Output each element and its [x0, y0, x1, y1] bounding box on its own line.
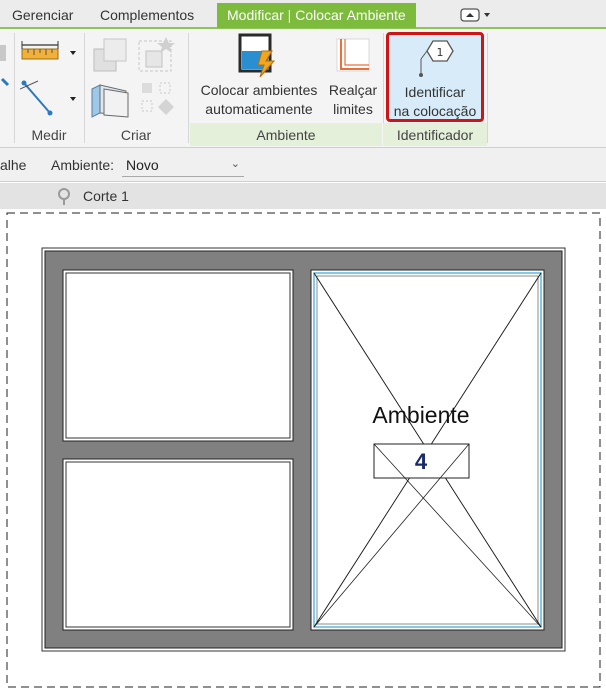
view-header: Corte 1	[0, 183, 606, 209]
ambiente-select[interactable]: Novo ⌄	[122, 153, 244, 177]
chevron-down-icon: ⌄	[230, 158, 240, 170]
tag-on-placement-button[interactable]: 1 Identificar na colocação	[386, 32, 484, 122]
panel-separator	[487, 33, 488, 143]
measure-dimension-icon[interactable]	[20, 39, 78, 67]
ribbon: Medir Criar Colocar ambientes automatica…	[0, 29, 606, 148]
room-2-boundary	[65, 461, 291, 628]
panel-label-identificador: Identificador	[396, 127, 474, 143]
panel-label-criar: Criar	[120, 127, 152, 143]
tab-gerenciar[interactable]: Gerenciar	[12, 3, 73, 28]
highlight-boundaries-label-2: limites	[333, 101, 373, 117]
auto-place-rooms-button[interactable]: Colocar ambientes automaticamente	[194, 33, 324, 123]
view-name: Corte 1	[83, 188, 129, 204]
drawing-canvas[interactable]: Ambiente 4	[0, 209, 606, 692]
options-bar: alhe Ambiente: Novo ⌄	[0, 148, 606, 182]
tab-complementos[interactable]: Complementos	[100, 3, 194, 28]
panel-label-medir: Medir	[31, 127, 67, 143]
tag-on-placement-label-1: Identificar	[404, 84, 466, 100]
aligned-dimension-icon[interactable]	[20, 79, 78, 119]
tag-on-placement-label-2: na colocação	[393, 103, 477, 119]
partial-tool-icon[interactable]	[0, 39, 14, 109]
room-number-label[interactable]: 4	[415, 449, 428, 474]
room-name-label[interactable]: Ambiente	[372, 402, 469, 428]
auto-place-rooms-label-1: Colocar ambientes	[200, 82, 318, 98]
room-tag-icon-number: 1	[437, 46, 444, 59]
floor-plan[interactable]: Ambiente 4	[0, 209, 606, 692]
highlight-boundaries-icon	[336, 38, 370, 72]
tab-modificar-colocar-ambiente[interactable]: Modificar | Colocar Ambiente	[217, 3, 416, 28]
panel-toggle-icon	[460, 8, 490, 22]
create-assembly-icon[interactable]	[88, 79, 132, 119]
quick-access-toggle-button[interactable]	[460, 8, 494, 22]
room-1-boundary	[65, 272, 291, 439]
auto-place-rooms-icon	[238, 33, 276, 78]
section-view-icon	[58, 188, 70, 205]
create-part-icon[interactable]	[90, 35, 130, 75]
options-bar-partial-label: alhe	[0, 157, 27, 173]
create-similar-icon[interactable]	[138, 79, 178, 119]
panel-label-ambiente: Ambiente	[256, 127, 316, 143]
ribbon-tab-bar: Gerenciar Complementos Modificar | Coloc…	[0, 0, 606, 29]
auto-place-rooms-label-2: automaticamente	[205, 101, 313, 117]
room-tag-icon: 1	[419, 40, 454, 77]
highlight-boundaries-button[interactable]: Realçar limites	[324, 33, 382, 123]
create-group-icon[interactable]	[136, 35, 178, 75]
ambiente-field-label: Ambiente:	[51, 157, 115, 173]
highlight-boundaries-label-1: Realçar	[328, 82, 378, 98]
ambiente-select-value: Novo	[126, 157, 159, 173]
